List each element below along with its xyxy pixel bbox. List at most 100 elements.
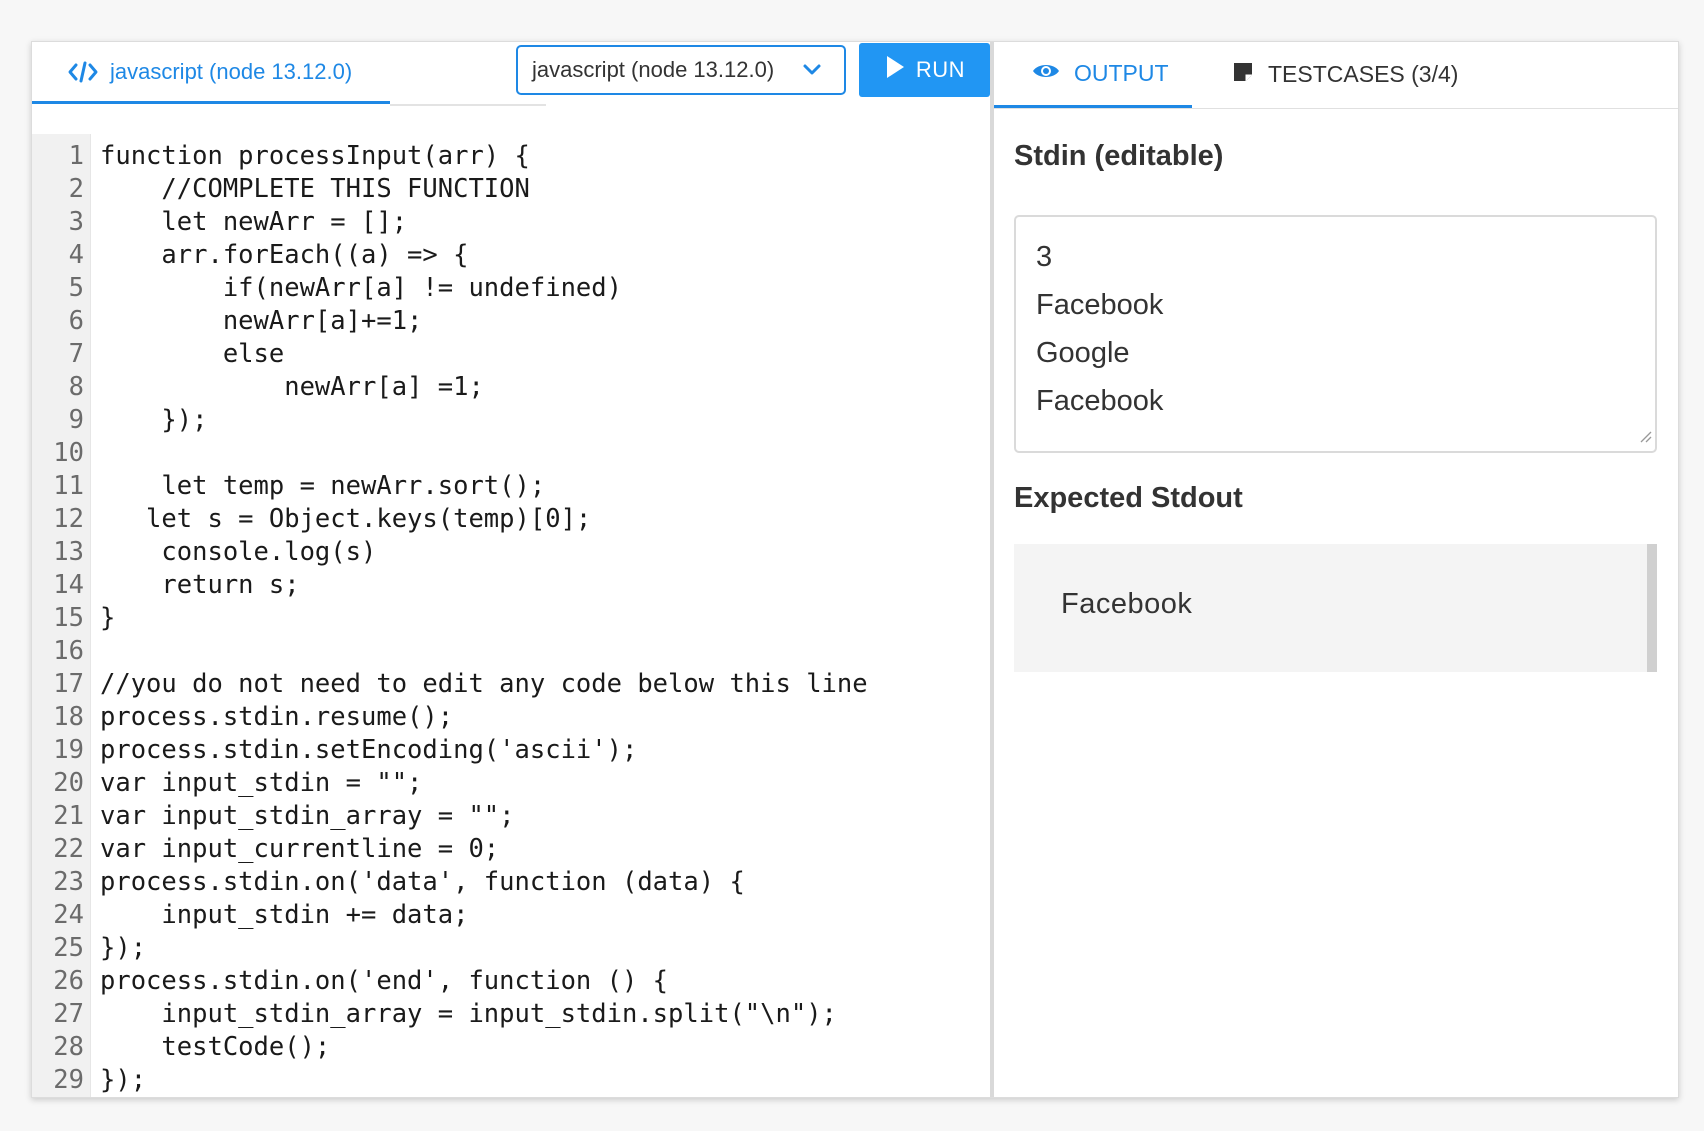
line-number: 14: [53, 570, 84, 600]
code-text: });: [100, 1065, 147, 1095]
run-button[interactable]: RUN: [859, 43, 990, 97]
code-editor[interactable]: 1 function processInput(arr) { 2 //COMPLET…: [32, 134, 990, 1097]
code-line: 6 newArr[a]+=1;: [32, 305, 990, 338]
code-line: 1 function processInput(arr) {: [32, 140, 990, 173]
code-line: 16: [32, 635, 990, 668]
stdin-line: Facebook: [1036, 289, 1164, 321]
code-text: if(newArr[a] != undefined): [100, 273, 622, 303]
code-line: 4 arr.forEach((a) => {: [32, 239, 990, 272]
line-number: 1: [68, 141, 84, 171]
code-icon: [68, 61, 98, 83]
code-text: newArr[a]+=1;: [100, 306, 423, 336]
eye-icon: [1032, 60, 1060, 87]
scrollbar[interactable]: [1647, 544, 1657, 672]
code-line: 20 var input_stdin = "";: [32, 767, 990, 800]
code-text: else: [100, 339, 285, 369]
language-select-value: javascript (node 13.12.0): [532, 57, 775, 82]
line-number: 22: [53, 834, 84, 864]
code-line: 19 process.stdin.setEncoding('ascii');: [32, 734, 990, 767]
line-number: 28: [53, 1032, 84, 1062]
expected-title: Expected Stdout: [1014, 482, 1243, 514]
note-icon: [1232, 61, 1254, 89]
tab-testcases[interactable]: TESTCASES (3/4): [1232, 42, 1458, 107]
line-number: 26: [53, 966, 84, 996]
language-select[interactable]: javascript (node 13.12.0): [516, 45, 846, 95]
resize-grip-icon[interactable]: [1638, 429, 1652, 448]
line-number: 21: [53, 801, 84, 831]
code-text: newArr[a] =1;: [100, 372, 484, 402]
code-text: let temp = newArr.sort();: [100, 471, 546, 501]
code-line: 29});: [32, 1064, 990, 1097]
code-line: 27 input_stdin_array = input_stdin.split…: [32, 998, 990, 1031]
code-text: }: [100, 603, 116, 633]
code-text: var input_stdin_array = "";: [100, 801, 515, 831]
stdin-line: Google: [1036, 337, 1130, 369]
code-line: 9 });: [32, 404, 990, 437]
code-line: 17 //you do not need to edit any code bel…: [32, 668, 990, 701]
code-lines: 1 function processInput(arr) { 2 //COMPLET…: [32, 140, 990, 1097]
stdin-textarea[interactable]: 3 Facebook Google Facebook: [1014, 215, 1657, 453]
code-line: 28 testCode();: [32, 1031, 990, 1064]
code-line: 5 if(newArr[a] != undefined): [32, 272, 990, 305]
code-line: 14 return s;: [32, 569, 990, 602]
line-number: 9: [68, 405, 84, 435]
code-text: console.log(s): [100, 537, 377, 567]
play-icon: [884, 54, 906, 86]
tab-output[interactable]: OUTPUT: [994, 42, 1192, 108]
output-tabs: OUTPUT TESTCASES (3/4): [994, 42, 1678, 109]
stdin-title: Stdin (editable): [1014, 140, 1224, 172]
code-line: 8 newArr[a] =1;: [32, 371, 990, 404]
code-text: });: [100, 405, 208, 435]
line-number: 18: [53, 702, 84, 732]
code-line: 23 process.stdin.on('data', function (dat…: [32, 866, 990, 899]
code-line: 25});: [32, 932, 990, 965]
editor-panel: javascript (node 13.12.0) javascript (no…: [32, 42, 990, 1097]
tab-testcases-label: TESTCASES (3/4): [1268, 61, 1459, 87]
tab-language[interactable]: javascript (node 13.12.0): [32, 42, 390, 104]
run-button-label: RUN: [915, 57, 966, 82]
tab-language-label: javascript (node 13.12.0): [110, 58, 353, 84]
code-text: testCode();: [100, 1032, 331, 1062]
line-number: 6: [68, 306, 84, 336]
code-text: //you do not need to edit any code below…: [100, 669, 868, 699]
code-line: 15}: [32, 602, 990, 635]
code-line: 3 let newArr = [];: [32, 206, 990, 239]
code-playground: javascript (node 13.12.0) javascript (no…: [31, 41, 1679, 1098]
code-text: function processInput(arr) {: [100, 141, 530, 171]
code-line: 7 else: [32, 338, 990, 371]
line-number: 17: [53, 669, 84, 699]
line-number: 5: [68, 273, 84, 303]
code-line: 18 process.stdin.resume();: [32, 701, 990, 734]
line-number: 12: [53, 504, 84, 534]
code-text: var input_stdin = "";: [100, 768, 423, 798]
line-number: 8: [68, 372, 84, 402]
line-number: 25: [53, 933, 84, 963]
code-line: 10: [32, 437, 990, 470]
code-text: });: [100, 933, 147, 963]
code-text: process.stdin.setEncoding('ascii');: [100, 735, 638, 765]
line-number: 2: [68, 174, 84, 204]
code-text: process.stdin.on('data', function (data)…: [100, 867, 745, 897]
line-number: 10: [53, 438, 84, 468]
code-line: 26 process.stdin.on('end', function () {: [32, 965, 990, 998]
tab-output-label: OUTPUT: [1074, 60, 1169, 86]
tab-underline: [390, 104, 546, 106]
code-text: return s;: [100, 570, 300, 600]
code-line: 13 console.log(s): [32, 536, 990, 569]
code-text: let s = Object.keys(temp)[0];: [100, 504, 592, 534]
line-number: 16: [53, 636, 84, 666]
line-number: 7: [68, 339, 84, 369]
code-text: input_stdin += data;: [100, 900, 469, 930]
expected-output-value: Facebook: [1061, 588, 1193, 620]
line-number: 24: [53, 900, 84, 930]
code-line: 11 let temp = newArr.sort();: [32, 470, 990, 503]
code-text: //COMPLETE THIS FUNCTION: [100, 174, 530, 204]
line-number: 29: [53, 1065, 84, 1095]
expected-output-box: Facebook: [1014, 544, 1657, 672]
line-number: 4: [68, 240, 84, 270]
code-text: arr.forEach((a) => {: [100, 240, 469, 270]
line-number: 23: [53, 867, 84, 897]
output-panel: OUTPUT TESTCASES (3/4) Stdin (editable) …: [994, 42, 1678, 1097]
line-number: 19: [53, 735, 84, 765]
line-number: 13: [53, 537, 84, 567]
